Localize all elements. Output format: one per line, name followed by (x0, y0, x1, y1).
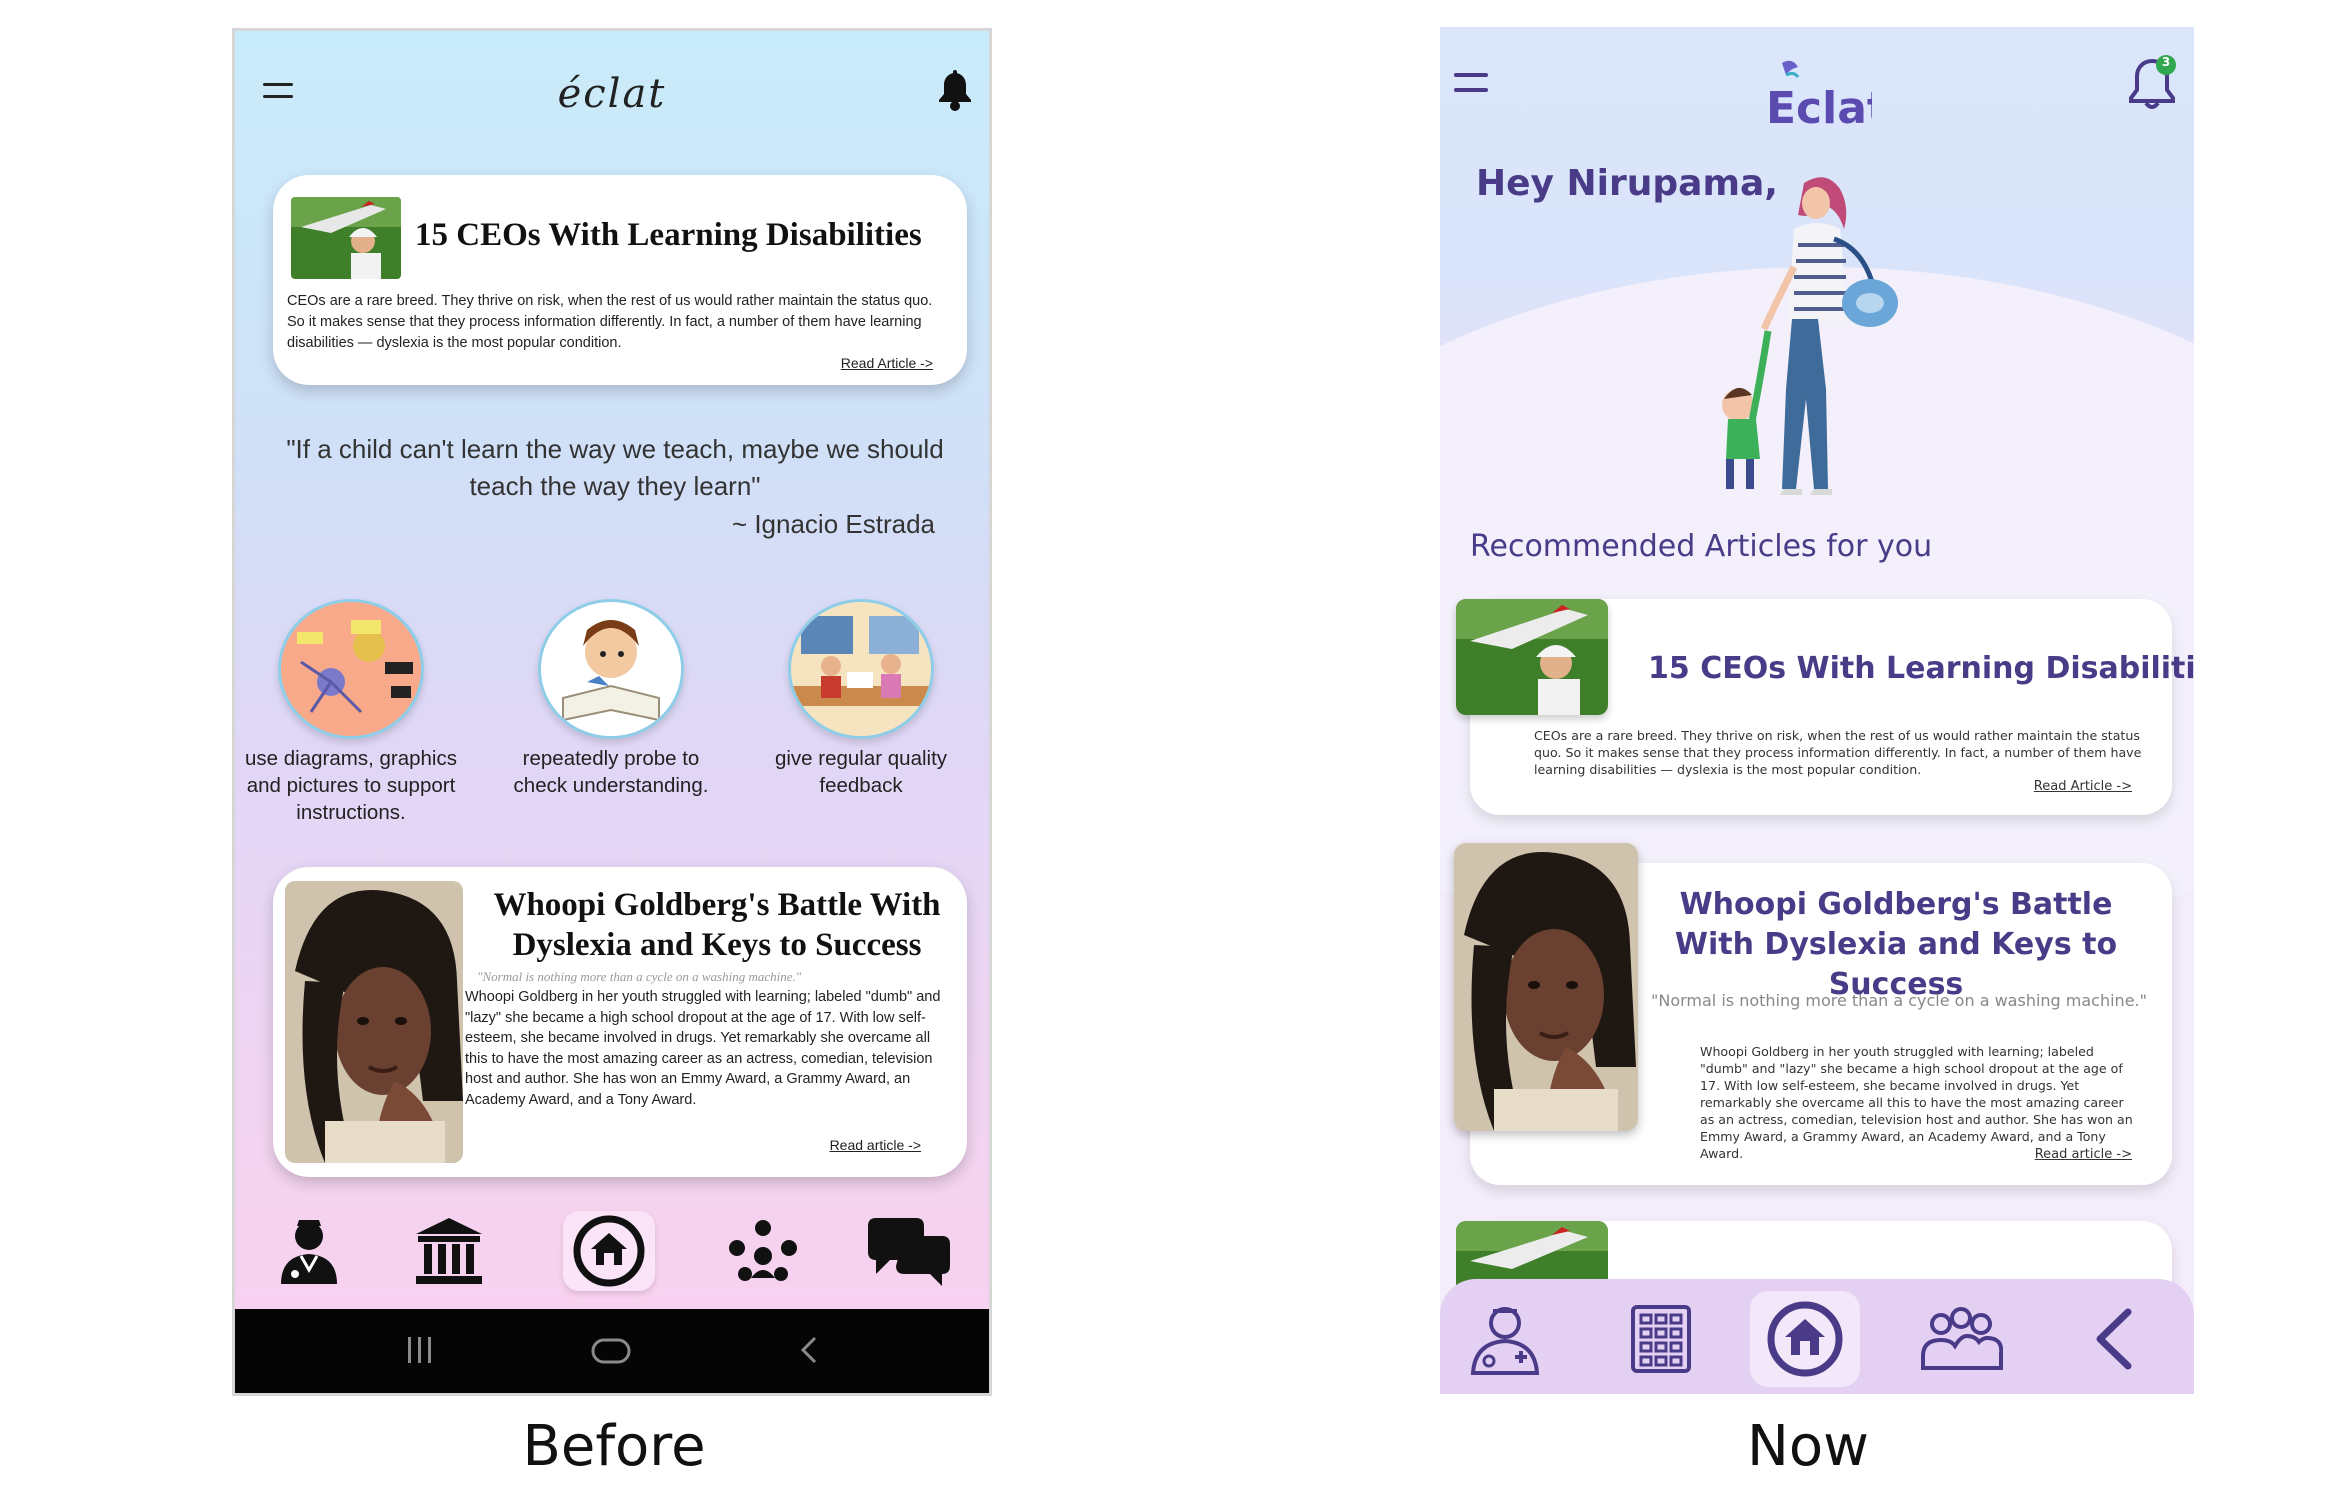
building-icon[interactable] (1606, 1291, 1716, 1387)
before-caption: Before (522, 1414, 706, 1479)
tip-probe[interactable]: repeatedly probe to check understanding. (501, 599, 721, 799)
mother-child-illustration (1718, 169, 1918, 513)
read-article-link[interactable]: Read Article -> (2034, 779, 2132, 794)
article-title: Whoopi Goldberg's Battle With Dyslexia a… (1674, 887, 2118, 1002)
article-description: Whoopi Goldberg in her youth struggled w… (465, 989, 941, 1108)
article-card-ceos[interactable]: 15 CEOs With Learning Disabilities CEOs … (273, 175, 967, 385)
mindmap-illustration-icon (278, 599, 424, 739)
community-icon[interactable] (717, 1211, 809, 1291)
tip-caption: give regular quality feedback (774, 747, 948, 797)
classroom-illustration-icon (788, 599, 934, 739)
read-article-link[interactable]: Read Article -> (841, 355, 933, 371)
app-logo: Eclat (1440, 57, 2194, 137)
article-description: Whoopi Goldberg in her youth struggled w… (1700, 1044, 2133, 1161)
tip-diagrams[interactable]: use diagrams, graphics and pictures to s… (241, 599, 461, 826)
article-thumbnail (291, 197, 401, 279)
article-title: 15 CEOs With Learning Disabilities (1648, 651, 2194, 686)
back-icon[interactable] (799, 1335, 819, 1369)
app-logo: éclat (557, 71, 667, 117)
recents-icon[interactable] (405, 1335, 435, 1369)
home-icon[interactable] (1750, 1291, 1860, 1387)
doctor-icon[interactable] (1450, 1291, 1560, 1387)
back-chevron-icon[interactable] (2058, 1291, 2168, 1387)
bottom-nav (1440, 1279, 2194, 1394)
article-quote: "Normal is nothing more than a cycle on … (477, 969, 802, 984)
logo-text: Eclat (1766, 83, 1872, 133)
home-button-icon[interactable] (591, 1337, 631, 1369)
chat-icon[interactable] (863, 1211, 955, 1291)
tip-caption: repeatedly probe to check understanding. (513, 747, 709, 797)
bottom-nav (235, 1195, 989, 1295)
read-article-link[interactable]: Read article -> (830, 1137, 921, 1153)
group-icon[interactable] (1906, 1291, 2016, 1387)
whoopi-photo (1454, 843, 1638, 1131)
article-thumbnail (1456, 599, 1608, 715)
system-navigation-bar (235, 1309, 989, 1393)
now-phone-screen: Eclat 3 Hey Nirupama, Recommended Articl… (1440, 27, 2194, 1394)
doctor-icon[interactable] (263, 1211, 355, 1291)
now-caption: Now (1747, 1414, 1869, 1479)
reading-child-illustration-icon (538, 599, 684, 739)
quote-author: ~ Ignacio Estrada (731, 509, 935, 539)
notification-bell-icon[interactable]: 3 (2128, 53, 2178, 117)
tip-feedback[interactable]: give regular quality feedback (751, 599, 971, 799)
home-icon[interactable] (563, 1211, 655, 1291)
bell-icon[interactable] (935, 69, 975, 117)
article-card-whoopi[interactable]: Whoopi Goldberg's Battle With Dyslexia a… (273, 867, 967, 1177)
tip-caption: use diagrams, graphics and pictures to s… (245, 747, 457, 824)
before-phone-screen: éclat 15 CEOs With Learning Disabilities… (232, 28, 992, 1396)
whoopi-photo (285, 881, 463, 1163)
notification-count: 3 (2161, 55, 2171, 69)
read-article-link[interactable]: Read article -> (2035, 1147, 2132, 1162)
quote-text: "If a child can't learn the way we teach… (286, 434, 944, 501)
article-title: Whoopi Goldberg's Battle With Dyslexia a… (493, 887, 941, 963)
article-title: 15 CEOs With Learning Disabilities (415, 217, 922, 253)
institution-icon[interactable] (403, 1211, 495, 1291)
section-title: Recommended Articles for you (1470, 529, 1933, 564)
article-quote: "Normal is nothing more than a cycle on … (1651, 991, 2147, 1010)
article-description: CEOs are a rare breed. They thrive on ri… (1534, 728, 2142, 777)
article-description: CEOs are a rare breed. They thrive on ri… (287, 293, 933, 351)
